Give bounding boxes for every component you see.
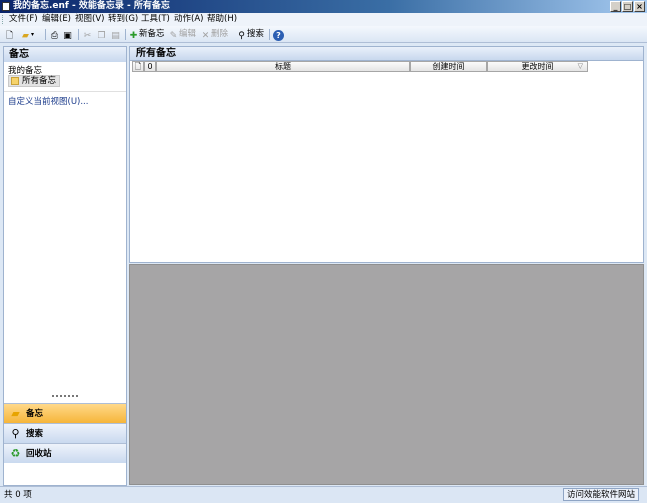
open-folder-icon: ▰ (22, 31, 29, 41)
column-header-modified[interactable]: 更改时间 ▽ (487, 61, 588, 72)
status-bar: 共 0 项 访问效能软件网站 (0, 486, 647, 503)
window-title: 我的备忘.enf - 效能备忘录 - 所有备忘 (13, 1, 170, 11)
menu-grip (2, 15, 5, 24)
navigation-pane: 备忘 我的备忘 所有备忘 自定义当前视图(U)... ▰ 备忘 ⚲ 搜索 ♻ 回… (3, 46, 127, 486)
new-note-label: 新备忘 (139, 29, 165, 39)
maximize-button[interactable]: □ (622, 1, 633, 12)
menu-view[interactable]: 视图(V) (75, 13, 104, 26)
save-button[interactable]: ▣ (62, 28, 73, 41)
divider (4, 91, 126, 92)
paste-button[interactable]: ▤ (110, 28, 121, 41)
navigation-pane-header: 备忘 (4, 47, 126, 62)
reading-pane (129, 264, 644, 485)
sort-descending-icon: ▽ (577, 62, 583, 70)
column-header-attachment[interactable]: 0 (144, 61, 156, 72)
magnifier-icon: ⚲ (238, 31, 245, 41)
app-icon (2, 2, 10, 11)
menu-edit[interactable]: 编辑(E) (42, 13, 71, 26)
nav-button-notes-label: 备忘 (26, 409, 44, 419)
title-bar: 我的备忘.enf - 效能备忘录 - 所有备忘 _ □ × (0, 0, 647, 13)
folder-all-notes[interactable]: 所有备忘 (8, 75, 60, 87)
toolbar-separator (45, 29, 46, 40)
menu-tools[interactable]: 工具(T) (141, 13, 170, 26)
toolbar: 🗋 ▰ ▾ ⎙ ▣ ✂ ❐ ▤ ✚ 新备忘 ✎ 编辑 ✕ 删除 ⚲ 搜索 ? (0, 26, 647, 43)
new-note-button[interactable]: ✚ 新备忘 (128, 28, 165, 41)
menu-file[interactable]: 文件(F) (9, 13, 38, 26)
close-button[interactable]: × (634, 1, 645, 12)
column-header-title[interactable]: 标题 (156, 61, 410, 72)
cut-button[interactable]: ✂ (82, 28, 93, 41)
menu-help[interactable]: 帮助(H) (207, 13, 237, 26)
search-button[interactable]: ⚲ 搜索 (236, 28, 264, 41)
page-title: 所有备忘 (129, 46, 644, 60)
copy-icon: ❐ (97, 31, 106, 41)
column-header-modified-label: 更改时间 (521, 62, 554, 71)
recycle-icon: ♻ (10, 447, 21, 460)
delete-button[interactable]: ✕ 删除 (200, 28, 228, 41)
note-folder-icon (11, 77, 19, 85)
folder-all-notes-label: 所有备忘 (22, 76, 57, 86)
copy-button[interactable]: ❐ (96, 28, 107, 41)
paste-icon: ▤ (111, 31, 120, 41)
toolbar-separator (269, 29, 270, 40)
open-file-button[interactable]: ▰ ▾ (20, 28, 34, 41)
plus-icon: ✚ (129, 31, 138, 41)
new-file-icon: 🗋 (5, 31, 14, 41)
pencil-icon: ✎ (169, 31, 178, 41)
print-icon: ⎙ (50, 31, 59, 41)
edit-button[interactable]: ✎ 编辑 (168, 28, 196, 41)
toolbar-separator (78, 29, 79, 40)
note-icon: ▰ (11, 407, 20, 420)
visit-website-link[interactable]: 访问效能软件网站 (562, 488, 639, 501)
note-type-icon: 🗋 (134, 62, 142, 71)
cut-icon: ✂ (83, 31, 92, 41)
toolbar-separator (125, 29, 126, 40)
notes-list[interactable]: 🗋 0 标题 创建时间 更改时间 ▽ (129, 60, 644, 263)
edit-label: 编辑 (179, 29, 197, 39)
help-icon: ? (273, 30, 284, 41)
menu-goto[interactable]: 转到(G) (108, 13, 138, 26)
new-file-button[interactable]: 🗋 (4, 28, 15, 41)
save-icon: ▣ (63, 31, 72, 41)
column-header-created[interactable]: 创建时间 (410, 61, 487, 72)
minimize-button[interactable]: _ (610, 1, 621, 12)
nav-button-recycle-bin-label: 回收站 (26, 449, 52, 459)
item-count: 共 0 项 (4, 490, 32, 500)
nav-button-search-label: 搜索 (26, 429, 44, 439)
delete-x-icon: ✕ (201, 31, 210, 41)
search-label: 搜索 (247, 29, 265, 39)
print-button[interactable]: ⎙ (49, 28, 60, 41)
nav-button-notes[interactable]: ▰ 备忘 (4, 403, 126, 423)
magnifier-icon: ⚲ (11, 427, 20, 440)
splitter-handle[interactable] (52, 395, 78, 398)
customize-view-link[interactable]: 自定义当前视图(U)... (8, 95, 88, 107)
menu-action[interactable]: 动作(A) (174, 13, 203, 26)
nav-button-search[interactable]: ⚲ 搜索 (4, 423, 126, 443)
list-column-headers: 🗋 0 标题 创建时间 更改时间 ▽ (132, 61, 588, 72)
delete-label: 删除 (211, 29, 229, 39)
menu-bar: 文件(F) 编辑(E) 视图(V) 转到(G) 工具(T) 动作(A) 帮助(H… (0, 13, 647, 26)
nav-button-recycle-bin[interactable]: ♻ 回收站 (4, 443, 126, 463)
column-header-type[interactable]: 🗋 (132, 61, 144, 72)
help-button[interactable]: ? (273, 28, 284, 41)
